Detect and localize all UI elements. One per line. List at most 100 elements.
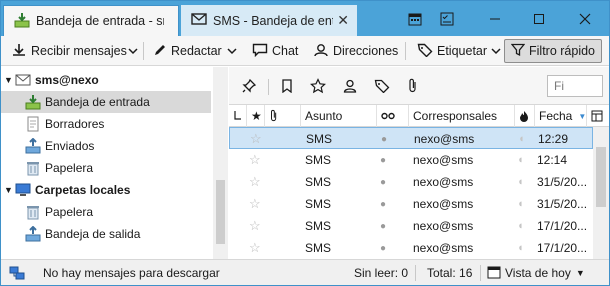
thread-scrollbar[interactable] <box>593 127 609 259</box>
main-toolbar: Recibir mensajes Redactar Chat Direccion… <box>1 36 609 66</box>
outbox-icon <box>25 225 41 242</box>
tab-sms[interactable]: SMS - Bandeja de entrada ✕ <box>181 5 357 36</box>
status-bar: No hay mensajes para descargar Sin leer:… <box>1 259 609 285</box>
calendar-icon <box>487 265 501 282</box>
drafts-icon <box>25 116 41 132</box>
filter-search-input[interactable]: Fi <box>547 75 603 97</box>
column-picker-icon[interactable] <box>587 105 609 127</box>
table-row[interactable]: ☆ SMS ● nexo@sms ◖ 12:14 <box>229 149 593 171</box>
table-row[interactable]: ☆ SMS ● nexo@sms ◖ 31/5/20... <box>229 193 593 215</box>
inbox-download-icon <box>25 94 41 110</box>
collapse-arrow-icon[interactable]: ▼ <box>4 185 13 195</box>
address-book-button[interactable]: Direcciones <box>313 39 398 63</box>
folder-local-trash[interactable]: Papelera <box>1 201 211 223</box>
read-dot-icon[interactable]: ● <box>380 193 386 215</box>
trash-icon <box>25 160 41 176</box>
tab-sms-label: SMS - Bandeja de entrada <box>213 13 333 28</box>
sent-icon <box>25 137 41 154</box>
thread-column-icon[interactable] <box>229 105 247 127</box>
chevron-down-icon: ▼ <box>575 268 585 278</box>
tasks-icon[interactable] <box>429 5 465 33</box>
column-correspondents[interactable]: Corresponsales <box>409 105 515 127</box>
folder-trash[interactable]: Papelera <box>1 157 211 179</box>
starred-column-icon[interactable]: ★ <box>247 105 265 127</box>
tab-inbox[interactable]: Bandeja de entrada - sms@nexo <box>3 5 179 36</box>
folder-account-local[interactable]: ▼ Carpetas locales <box>1 179 211 201</box>
title-bar: Bandeja de entrada - sms@nexo SMS - Band… <box>1 1 609 36</box>
table-row[interactable]: ☆ SMS ● nexo@sms ◖ 31/5/20... <box>229 171 593 193</box>
star-icon[interactable]: ☆ <box>249 193 261 215</box>
star-icon[interactable]: ☆ <box>250 128 262 150</box>
folder-label: Papelera <box>45 205 94 219</box>
folder-inbox[interactable]: Bandeja de entrada <box>1 91 211 113</box>
star-icon[interactable]: ☆ <box>249 237 261 259</box>
star-icon[interactable] <box>306 75 330 97</box>
message-correspondent: nexo@sms <box>413 241 474 255</box>
quick-filter-label: Filtro rápido <box>529 44 595 58</box>
read-dot-icon[interactable]: ● <box>380 237 386 259</box>
folder-label: Bandeja de salida <box>45 227 141 241</box>
calendar-icon[interactable] <box>397 5 433 33</box>
folder-outbox[interactable]: Bandeja de salida <box>1 223 211 245</box>
message-date: 31/5/20... <box>537 197 588 211</box>
total-count: Total: 16 <box>427 266 473 280</box>
unread-filter-icon[interactable] <box>275 75 299 97</box>
today-pane-button[interactable]: Vista de hoy ▼ <box>487 260 585 286</box>
chat-button[interactable]: Chat <box>252 39 298 63</box>
star-icon[interactable]: ☆ <box>249 171 261 193</box>
quick-filter-button[interactable]: Filtro rápido <box>504 39 602 63</box>
account-name: sms@nexo <box>35 73 99 87</box>
maximize-icon[interactable] <box>521 5 557 33</box>
star-icon[interactable]: ☆ <box>249 215 261 237</box>
table-row[interactable]: ☆ SMS ● nexo@sms ◖ 17/1/20... <box>229 237 593 259</box>
read-dot-icon[interactable]: ● <box>381 128 387 150</box>
table-row[interactable]: ☆ SMS ● nexo@sms ◖ 12:29 <box>229 127 593 149</box>
message-subject: SMS <box>305 197 332 211</box>
scrollbar-thumb[interactable] <box>216 180 225 244</box>
junk-icon[interactable]: ◖ <box>517 215 524 237</box>
message-subject: SMS <box>306 132 333 146</box>
contact-filter-icon[interactable] <box>338 75 362 97</box>
message-correspondent: nexo@sms <box>413 153 474 167</box>
read-dot-icon[interactable]: ● <box>380 215 386 237</box>
message-subject: SMS <box>305 153 332 167</box>
junk-column-icon[interactable] <box>515 105 535 127</box>
chevron-down-icon <box>227 44 241 58</box>
attachment-icon[interactable] <box>401 75 425 97</box>
column-date[interactable]: Fecha ▼ <box>535 105 587 127</box>
attachment-column-icon[interactable] <box>265 105 301 127</box>
minimize-icon[interactable] <box>477 5 513 33</box>
read-column-icon[interactable] <box>377 105 409 127</box>
junk-icon[interactable]: ◖ <box>517 193 524 215</box>
write-button[interactable]: Redactar <box>153 39 222 63</box>
read-dot-icon[interactable]: ● <box>380 171 386 193</box>
column-subject[interactable]: Asunto <box>301 105 377 127</box>
tab-inbox-label: Bandeja de entrada - sms@nexo <box>36 14 164 28</box>
folder-account-sms[interactable]: ▼ sms@nexo <box>1 69 211 91</box>
folder-label: Bandeja de entrada <box>45 95 150 109</box>
scrollbar-thumb[interactable] <box>596 147 606 207</box>
collapse-arrow-icon[interactable]: ▼ <box>4 75 13 85</box>
folder-drafts[interactable]: Borradores <box>1 113 211 135</box>
junk-icon[interactable]: ◖ <box>517 237 524 259</box>
folder-sent[interactable]: Enviados <box>1 135 211 157</box>
pin-icon[interactable] <box>237 75 261 97</box>
table-row[interactable]: ☆ SMS ● nexo@sms ◖ 17/1/20... <box>229 215 593 237</box>
get-messages-button[interactable]: Recibir mensajes <box>11 39 127 63</box>
junk-icon[interactable]: ◖ <box>517 171 524 193</box>
today-pane-label: Vista de hoy <box>505 266 571 280</box>
junk-icon[interactable]: ◖ <box>518 128 525 150</box>
get-messages-dropdown[interactable] <box>128 39 142 63</box>
chat-label: Chat <box>272 44 299 58</box>
star-icon[interactable]: ☆ <box>249 149 261 171</box>
tag-icon[interactable] <box>370 75 394 97</box>
column-date-label: Fecha <box>539 109 573 123</box>
write-dropdown[interactable] <box>227 39 241 63</box>
window-close-icon[interactable] <box>567 5 603 33</box>
online-status-icon[interactable] <box>9 260 25 286</box>
tag-button[interactable]: Etiquetar <box>417 39 505 63</box>
read-dot-icon[interactable]: ● <box>380 149 386 171</box>
junk-icon[interactable]: ◖ <box>517 149 524 171</box>
folder-scrollbar[interactable] <box>213 67 228 259</box>
close-icon[interactable]: ✕ <box>337 12 349 29</box>
